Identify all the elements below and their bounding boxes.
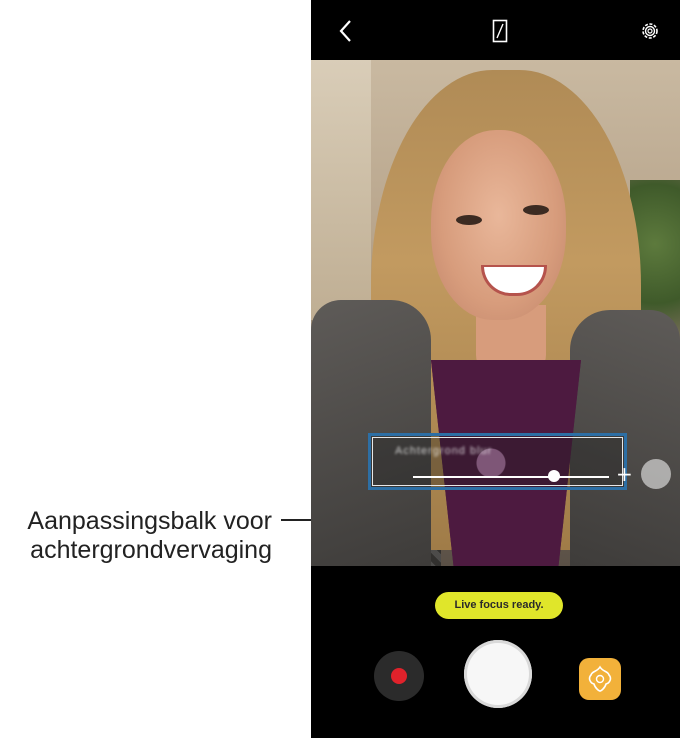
blur-bar-label: Achtergrond blur [395, 445, 493, 457]
back-icon[interactable] [335, 18, 357, 44]
record-icon [391, 668, 407, 684]
callout-label: Aanpassingsbalk voor achtergrondvervagin… [0, 507, 272, 565]
live-focus-status: Live focus ready. [435, 592, 563, 619]
top-bar [311, 0, 680, 60]
blur-bar-frame: Achtergrond blur + [372, 437, 633, 486]
callout-line-1: Aanpassingsbalk voor [27, 507, 272, 535]
subject-eye-right [523, 205, 549, 215]
phone-screen: Achtergrond blur + Live focus ready. [311, 0, 680, 738]
callout-line-2: achtergrondvervaging [30, 536, 272, 564]
effect-sparkle-icon[interactable] [641, 459, 671, 489]
camera-viewfinder[interactable] [311, 60, 680, 566]
settings-gear-icon[interactable] [639, 20, 661, 42]
blur-slider-track[interactable] [413, 476, 609, 478]
beauty-effects-icon [588, 665, 612, 692]
record-button[interactable] [374, 651, 424, 701]
blur-slider-thumb[interactable] [548, 470, 561, 482]
aspect-ratio-icon[interactable] [492, 19, 508, 43]
background-umbrella [311, 60, 371, 320]
background-blur-adjustment-bar: Achtergrond blur + [368, 433, 633, 490]
shutter-button[interactable] [464, 640, 532, 708]
plus-icon[interactable]: + [616, 464, 633, 484]
beauty-effects-button[interactable] [579, 658, 621, 700]
subject-eye-left [456, 215, 482, 225]
